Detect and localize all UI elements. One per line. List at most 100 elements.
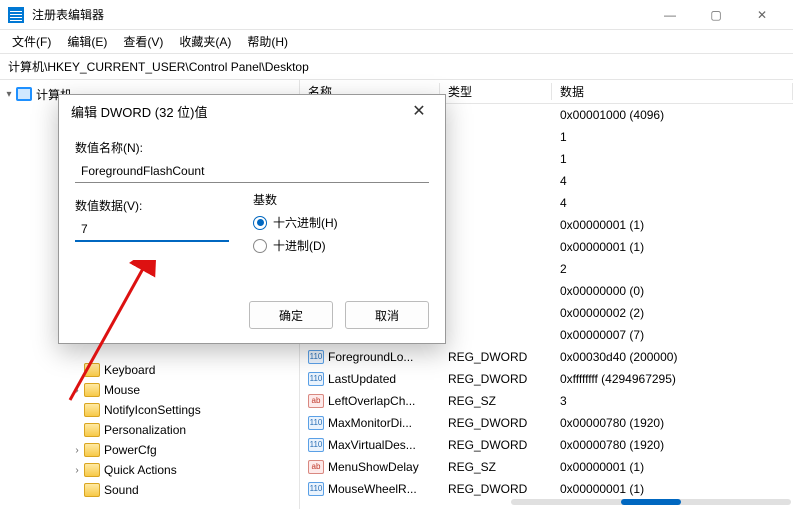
ok-button[interactable]: 确定 [249,301,333,329]
value-data: 0x00000780 (1920) [552,416,793,430]
list-row[interactable]: 110MaxMonitorDi...REG_DWORD0x00000780 (1… [300,412,793,434]
chevron-right-icon[interactable]: › [70,465,84,476]
radio-dec[interactable]: 十进制(D) [253,237,429,254]
tree-item[interactable]: Keyboard [0,360,299,380]
menu-help[interactable]: 帮助(H) [241,31,294,52]
list-row[interactable]: 110 ForegroundLo... REG_DWORD0x00030d40 (2… [300,346,793,368]
close-button[interactable]: ✕ [739,0,785,30]
dword-value-icon: 110 [308,350,324,364]
value-data: 4 [552,174,793,188]
tree-item[interactable]: Personalization [0,420,299,440]
value-data: 4 [552,196,793,210]
base-label: 基数 [253,191,429,208]
tree-item-label: Sound [104,483,139,497]
folder-icon [84,483,100,497]
value-type: REG_SZ [440,394,552,408]
radio-dot-icon [253,216,267,230]
tree-item[interactable]: › Quick Actions [0,460,299,480]
value-data: 2 [552,262,793,276]
value-type: REG_DWORD [440,482,552,496]
value-data: 0x00000001 (1) [552,460,793,474]
value-name: LeftOverlapCh... [328,394,415,408]
value-data: 1 [552,152,793,166]
folder-icon [84,443,100,457]
dialog-title: 编辑 DWORD (32 位)值 [71,102,405,121]
value-name: ForegroundLo... [328,350,413,364]
value-data: 0x00000001 (1) [552,482,793,496]
string-value-icon: ab [308,394,324,408]
value-name: LastUpdated [328,372,396,386]
dword-value-icon: 110 [308,372,324,386]
window-title: 注册表编辑器 [32,6,647,23]
tree-item[interactable]: › PowerCfg [0,440,299,460]
value-data: 0x00000001 (1) [552,218,793,232]
tree-item-label: NotifyIconSettings [104,403,201,417]
list-row[interactable]: ab MenuShowDelay REG_SZ0x00000001 (1) [300,456,793,478]
value-data: 0x00001000 (4096) [552,108,793,122]
value-data-input[interactable] [75,218,229,242]
value-data-label: 数值数据(V): [75,197,229,214]
tree-item-label: Quick Actions [104,463,177,477]
value-data: 0x00000000 (0) [552,284,793,298]
menu-view[interactable]: 查看(V) [117,31,169,52]
value-name: MouseWheelR... [328,482,417,496]
value-name: MenuShowDelay [328,460,419,474]
tree-item[interactable]: NotifyIconSettings [0,400,299,420]
menu-file[interactable]: 文件(F) [6,31,57,52]
tree-item-label: Keyboard [104,363,155,377]
value-type: REG_DWORD [440,438,552,452]
tree-item-label: Mouse [104,383,140,397]
menu-favorites[interactable]: 收藏夹(A) [173,31,237,52]
value-data: 0xffffffff (4294967295) [552,372,793,386]
address-bar[interactable]: 计算机\HKEY_CURRENT_USER\Control Panel\Desk… [0,54,793,80]
value-type: REG_SZ [440,460,552,474]
tree-item-label: PowerCfg [104,443,157,457]
value-data: 0x00000001 (1) [552,240,793,254]
menu-edit[interactable]: 编辑(E) [61,31,113,52]
horizontal-scrollbar[interactable] [511,499,791,505]
tree-item[interactable]: › Mouse [0,380,299,400]
dword-value-icon: 110 [308,482,324,496]
col-type[interactable]: 类型 [440,83,552,100]
value-data: 0x00000002 (2) [552,306,793,320]
radio-hex[interactable]: 十六进制(H) [253,214,429,231]
edit-dword-dialog: 编辑 DWORD (32 位)值 ✕ 数值名称(N): 数值数据(V): 基数 … [58,94,446,344]
col-data[interactable]: 数据 [552,83,793,100]
list-row[interactable]: 110MaxVirtualDes...REG_DWORD0x00000780 (… [300,434,793,456]
value-name-input[interactable] [75,160,429,183]
cancel-button[interactable]: 取消 [345,301,429,329]
folder-icon [84,383,100,397]
menubar: 文件(F) 编辑(E) 查看(V) 收藏夹(A) 帮助(H) [0,30,793,54]
value-data: 3 [552,394,793,408]
radio-hex-label: 十六进制(H) [273,214,338,231]
value-data: 0x00030d40 (200000) [552,350,793,364]
folder-icon [84,403,100,417]
tree-item[interactable]: Sound [0,480,299,500]
folder-icon [84,463,100,477]
value-data: 1 [552,130,793,144]
address-path: 计算机\HKEY_CURRENT_USER\Control Panel\Desk… [8,58,309,75]
chevron-down-icon[interactable]: ▾ [2,89,16,100]
folder-icon [84,363,100,377]
string-value-icon: ab [308,460,324,474]
value-data: 0x00000007 (7) [552,328,793,342]
computer-icon [16,87,32,101]
titlebar: 注册表编辑器 — ▢ ✕ [0,0,793,30]
list-row[interactable]: ab LeftOverlapCh... REG_SZ3 [300,390,793,412]
tree-item-label: Personalization [104,423,186,437]
value-data: 0x00000780 (1920) [552,438,793,452]
radio-dec-label: 十进制(D) [273,237,326,254]
chevron-right-icon[interactable]: › [70,385,84,396]
chevron-right-icon[interactable]: › [70,445,84,456]
value-type: REG_DWORD [440,416,552,430]
value-type: REG_DWORD [440,372,552,386]
value-name: MaxMonitorDi... [328,416,412,430]
list-row[interactable]: 110 LastUpdated REG_DWORD0xffffffff (42949… [300,368,793,390]
value-name: MaxVirtualDes... [328,438,416,452]
radio-dot-icon [253,239,267,253]
dialog-close-button[interactable]: ✕ [405,101,433,121]
minimize-button[interactable]: — [647,0,693,30]
value-type: REG_DWORD [440,350,552,364]
maximize-button[interactable]: ▢ [693,0,739,30]
list-row[interactable]: 110 MouseWheelR... REG_DWORD0x00000001 (1) [300,478,793,500]
